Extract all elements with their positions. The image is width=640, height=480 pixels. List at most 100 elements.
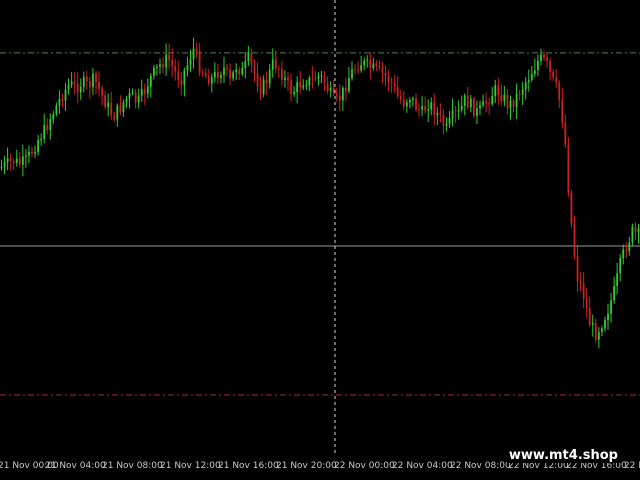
candle-body	[588, 308, 591, 325]
candle-body	[491, 95, 494, 104]
candle-body	[70, 81, 73, 85]
candle-body	[503, 94, 506, 102]
candle-body	[174, 66, 177, 72]
candle-body	[372, 63, 375, 69]
candle-body	[555, 77, 558, 83]
candle-body	[247, 53, 250, 62]
candle-body	[497, 85, 500, 96]
candle-body	[415, 98, 417, 110]
candle-body	[134, 92, 137, 103]
candle-body	[9, 158, 12, 162]
candle-body	[607, 313, 609, 321]
candle-body	[226, 67, 228, 70]
candle-body	[101, 88, 103, 96]
candle-body	[58, 98, 61, 106]
candle-body	[351, 69, 353, 79]
candle-body	[488, 103, 491, 105]
candle-body	[277, 68, 280, 70]
candle-body	[537, 60, 539, 71]
candle-body	[265, 79, 268, 84]
candle-body	[171, 60, 174, 67]
candle-body	[223, 67, 225, 76]
candle-body	[479, 105, 481, 109]
candle-body	[393, 83, 396, 87]
candle-body	[476, 108, 478, 116]
candle-body	[52, 114, 55, 120]
candle-body	[12, 161, 15, 163]
candle-body	[500, 95, 503, 102]
candle-body	[604, 320, 606, 329]
time-axis-tick: 21 Nov 12:00	[160, 461, 221, 471]
candle-body	[573, 224, 576, 256]
candle-body	[637, 228, 640, 233]
candle-body	[433, 102, 436, 116]
candle-body	[31, 151, 33, 154]
candle-body	[448, 118, 451, 124]
candle-body	[274, 59, 277, 69]
candle-body	[345, 88, 347, 92]
candle-body	[622, 249, 625, 259]
candle-body	[195, 48, 198, 52]
candle-body	[192, 48, 195, 60]
time-axis-tick: 22 Nov 00:00	[334, 461, 395, 471]
candle-body	[180, 80, 183, 85]
candle-body	[82, 76, 85, 87]
candle-body	[40, 138, 43, 141]
candle-body	[28, 151, 30, 156]
candle-body	[299, 82, 302, 88]
candle-body	[527, 79, 530, 83]
candle-body	[631, 226, 634, 243]
candle-body	[378, 65, 381, 68]
time-axis-tick: 21 Nov 04:00	[45, 461, 106, 471]
candle-body	[338, 95, 341, 101]
candle-body	[89, 81, 91, 88]
candle-body	[153, 67, 155, 76]
candle-body	[64, 89, 67, 101]
candlestick-chart[interactable]	[0, 0, 640, 455]
candle-body	[485, 101, 487, 104]
candle-body	[61, 98, 64, 101]
candle-body	[259, 86, 262, 94]
candle-body	[515, 93, 518, 108]
candle-body	[567, 144, 570, 193]
candle-body	[119, 105, 122, 112]
candle-body	[281, 68, 283, 80]
price-chart[interactable]	[0, 0, 640, 455]
candle-body	[366, 59, 369, 61]
candle-body	[561, 99, 564, 123]
candle-body	[634, 226, 637, 233]
candle-body	[302, 85, 305, 88]
candle-body	[268, 69, 271, 84]
candle-body	[594, 323, 597, 340]
candle-body	[506, 94, 509, 109]
candle-body	[213, 71, 216, 78]
candle-body	[256, 73, 259, 87]
candle-body	[21, 156, 24, 165]
candle-body	[384, 73, 387, 76]
watermark: www.mt4.shop	[506, 448, 620, 463]
candle-body	[405, 102, 408, 107]
candle-body	[381, 67, 384, 74]
candle-body	[125, 98, 128, 103]
candle-body	[454, 110, 457, 112]
candle-body	[543, 54, 545, 58]
candle-body	[390, 82, 393, 84]
candle-body	[3, 162, 6, 168]
candle-body	[156, 66, 158, 68]
candle-body	[43, 124, 46, 139]
candle-body	[335, 92, 338, 96]
candle-body	[159, 64, 161, 67]
candle-body	[357, 69, 359, 71]
candle-body	[375, 63, 378, 66]
candle-body	[143, 89, 146, 94]
time-axis-tick: 21 Nov 16:00	[218, 461, 279, 471]
candle-body	[570, 192, 573, 225]
candle-body	[546, 57, 548, 62]
candle-body	[201, 72, 204, 74]
candle-body	[25, 155, 27, 157]
candle-body	[424, 106, 427, 111]
candle-body	[619, 258, 622, 274]
candle-body	[427, 109, 430, 111]
candle-body	[49, 119, 52, 131]
candle-body	[98, 81, 100, 89]
